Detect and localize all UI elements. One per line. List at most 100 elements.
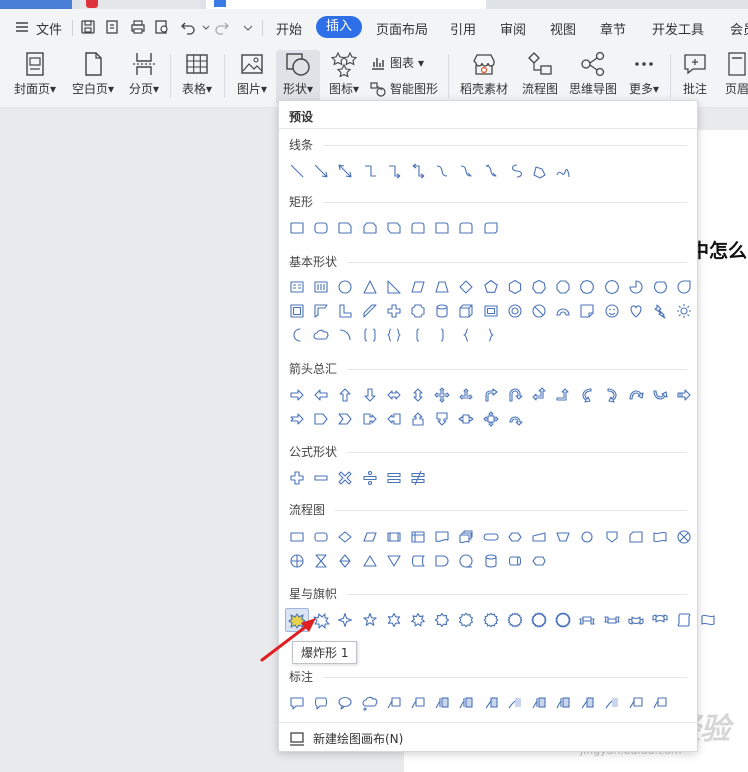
shape-cl-cloud-icon[interactable] xyxy=(358,691,382,715)
shape-fmulti-icon[interactable] xyxy=(454,525,478,549)
shape-lshape-icon[interactable] xyxy=(333,299,357,323)
icon-button[interactable]: 图标▾ xyxy=(324,50,364,97)
shape-fsum-icon[interactable] xyxy=(672,525,696,549)
shape-fstored-icon[interactable] xyxy=(406,549,430,573)
shape-ar-icon[interactable] xyxy=(285,383,309,407)
shape-fmerge-icon[interactable] xyxy=(382,549,406,573)
shape-rrect-icon[interactable] xyxy=(309,216,333,240)
shape-eneq-icon[interactable] xyxy=(406,466,430,490)
shape-fsort-icon[interactable] xyxy=(333,549,357,573)
shape-fterm-icon[interactable] xyxy=(479,525,503,549)
shape-cl-acc2-icon[interactable] xyxy=(454,691,478,715)
hamburger-menu-icon[interactable] xyxy=(14,19,30,35)
tab-developer[interactable]: 开发工具 xyxy=(652,19,704,38)
shape-pent-icon[interactable] xyxy=(479,275,503,299)
shape-trap-icon[interactable] xyxy=(430,275,454,299)
shape-fproc-icon[interactable] xyxy=(285,525,309,549)
shape-fdata-icon[interactable] xyxy=(358,525,382,549)
shape-dbl-icon[interactable] xyxy=(333,159,357,183)
shape-atri-icon[interactable] xyxy=(454,383,478,407)
shape-ediv-icon[interactable] xyxy=(358,466,382,490)
shape-au-icon[interactable] xyxy=(333,383,357,407)
shape-acurvl-icon[interactable] xyxy=(599,383,623,407)
shape-wave-icon[interactable] xyxy=(696,608,720,632)
shape-heart-icon[interactable] xyxy=(624,299,648,323)
shape-fdelay-icon[interactable] xyxy=(430,549,454,573)
shape-bevel-icon[interactable] xyxy=(479,299,503,323)
shape-arrowline-icon[interactable] xyxy=(309,159,333,183)
shape-auturn-icon[interactable] xyxy=(503,383,527,407)
shape-textbox-icon[interactable] xyxy=(285,275,309,299)
smart-art-button[interactable]: 智能图形 xyxy=(370,80,438,97)
shape-dec-icon[interactable] xyxy=(575,275,599,299)
shape-smiley-icon[interactable] xyxy=(599,299,623,323)
shape-elbowA-icon[interactable] xyxy=(382,159,406,183)
shape-cl-bar1-icon[interactable] xyxy=(479,691,503,715)
shape-fdirect-icon[interactable] xyxy=(503,549,527,573)
shape-acalll-icon[interactable] xyxy=(382,407,406,431)
shape-achev-icon[interactable] xyxy=(333,407,357,431)
shape-lbrack-icon[interactable] xyxy=(406,323,430,347)
shape-fdisp-icon[interactable] xyxy=(527,549,551,573)
shape-cl-acc2-icon[interactable] xyxy=(551,691,575,715)
shape-fpredef-icon[interactable] xyxy=(382,525,406,549)
tab-page-layout[interactable]: 页面布局 xyxy=(376,19,428,38)
header-button[interactable]: 页眉 xyxy=(722,50,748,97)
shape-hex-icon[interactable] xyxy=(503,275,527,299)
shape-star4-icon[interactable] xyxy=(333,608,357,632)
shape-round2-icon[interactable] xyxy=(454,216,478,240)
shape-for-icon[interactable] xyxy=(285,549,309,573)
shape-eminus-icon[interactable] xyxy=(309,466,333,490)
shape-nosym-icon[interactable] xyxy=(527,299,551,323)
shape-rsnip-icon[interactable] xyxy=(406,216,430,240)
export-pdf-icon[interactable] xyxy=(104,19,120,35)
shape-cloud-icon[interactable] xyxy=(309,323,333,347)
shape-curveA-icon[interactable] xyxy=(454,159,478,183)
shape-eplus-icon[interactable] xyxy=(285,466,309,490)
shape-acallu-icon[interactable] xyxy=(406,407,430,431)
shape-fmanin-icon[interactable] xyxy=(527,525,551,549)
shape-cl-line2-icon[interactable] xyxy=(406,691,430,715)
shape-folded-icon[interactable] xyxy=(575,299,599,323)
shape-fmag-icon[interactable] xyxy=(479,549,503,573)
shape-frame-icon[interactable] xyxy=(285,299,309,323)
shape-ribbonup-icon[interactable] xyxy=(575,608,599,632)
shape-rect-icon[interactable] xyxy=(285,216,309,240)
shape-elbow-icon[interactable] xyxy=(358,159,382,183)
shape-aquad-icon[interactable] xyxy=(430,383,454,407)
shape-curvribup-icon[interactable] xyxy=(624,608,648,632)
shape-snip2-icon[interactable] xyxy=(358,216,382,240)
shape-aud-icon[interactable] xyxy=(406,383,430,407)
shape-star24-icon[interactable] xyxy=(527,608,551,632)
shape-star7-icon[interactable] xyxy=(406,608,430,632)
shape-curve-icon[interactable] xyxy=(430,159,454,183)
save-icon[interactable] xyxy=(80,19,96,35)
shape-line-icon[interactable] xyxy=(285,159,309,183)
shape-fmanop-icon[interactable] xyxy=(551,525,575,549)
shape-ftape-icon[interactable] xyxy=(648,525,672,549)
shape-fseq-icon[interactable] xyxy=(454,549,478,573)
shape-rbrace-icon[interactable] xyxy=(479,323,503,347)
shape-cl-rrect-icon[interactable] xyxy=(309,691,333,715)
shape-freeform-icon[interactable] xyxy=(527,159,551,183)
shape-plus-icon[interactable] xyxy=(382,299,406,323)
shape-snipd-icon[interactable] xyxy=(382,216,406,240)
shape-scurve-icon[interactable] xyxy=(503,159,527,183)
tab-review[interactable]: 审阅 xyxy=(500,19,526,38)
shape-astr-icon[interactable] xyxy=(672,383,696,407)
shape-para-icon[interactable] xyxy=(406,275,430,299)
cover-page-button[interactable]: 封面页▾ xyxy=(10,50,60,97)
shape-alr-icon[interactable] xyxy=(382,383,406,407)
shape-fprep-icon[interactable] xyxy=(503,525,527,549)
shape-curveD-icon[interactable] xyxy=(479,159,503,183)
shape-moon-icon[interactable] xyxy=(285,323,309,347)
undo-dropdown-icon[interactable] xyxy=(198,19,210,35)
shape-cl-line1-icon[interactable] xyxy=(624,691,648,715)
comment-button[interactable]: 批注 xyxy=(676,50,714,97)
shape-fcard-icon[interactable] xyxy=(624,525,648,549)
shape-anotch-icon[interactable] xyxy=(285,407,309,431)
tab-references[interactable]: 引用 xyxy=(450,19,476,38)
tab-view[interactable]: 视图 xyxy=(550,19,576,38)
shape-eeq-icon[interactable] xyxy=(382,466,406,490)
shape-rbrack-icon[interactable] xyxy=(430,323,454,347)
